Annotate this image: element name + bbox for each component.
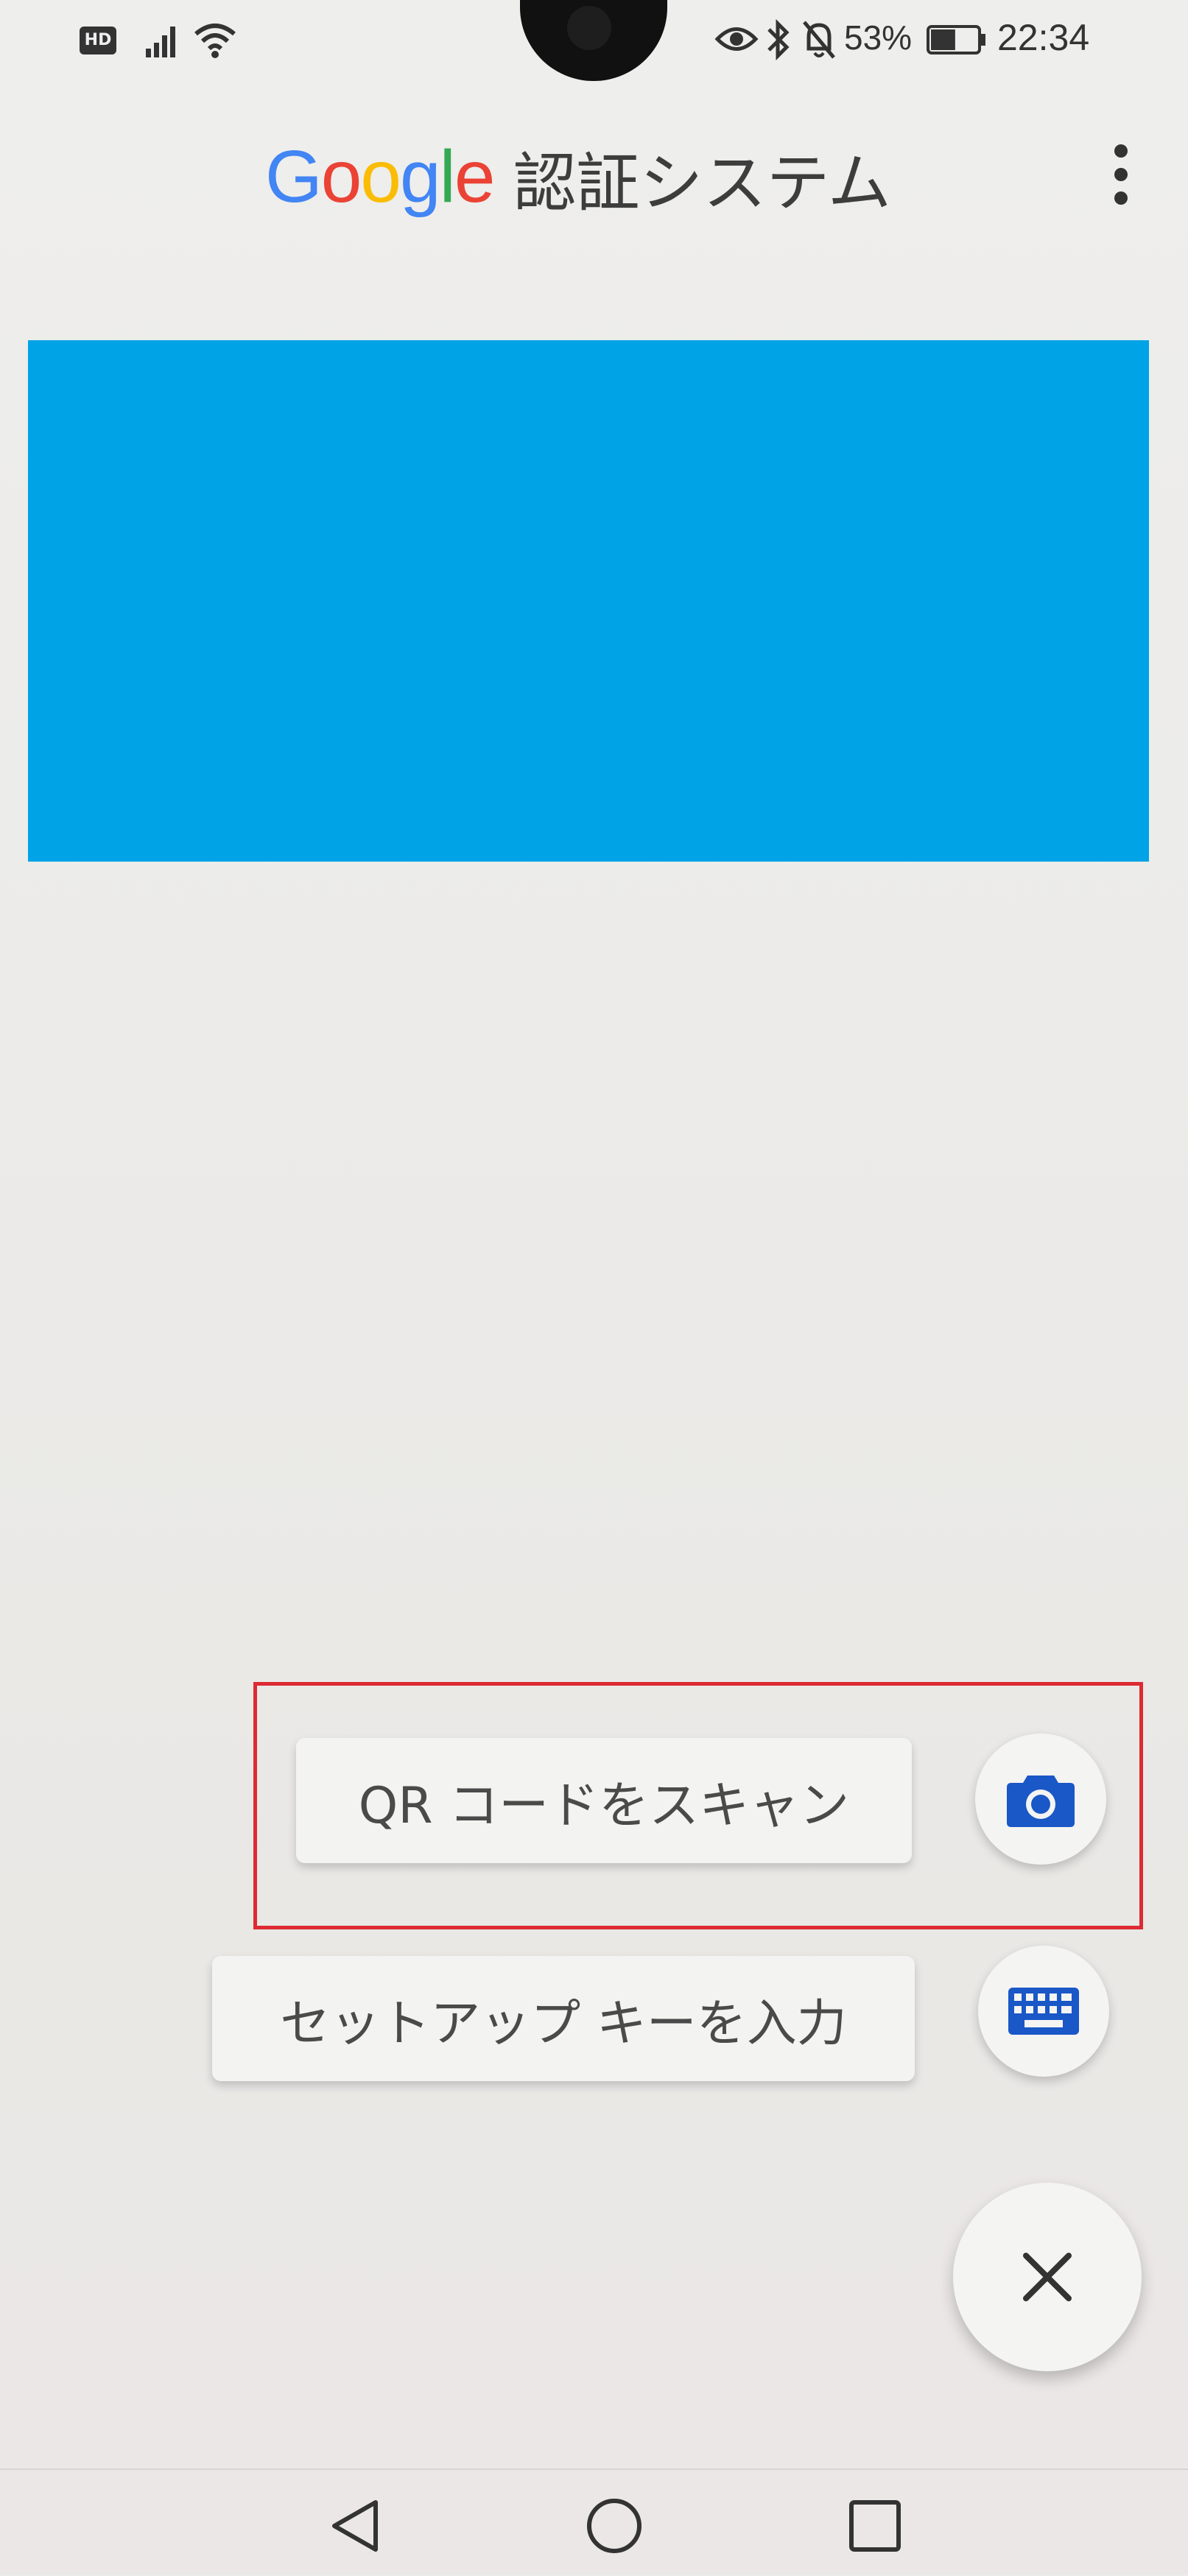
enter-setup-key-button[interactable]: セットアップ キーを入力 xyxy=(212,1956,915,2081)
page-title: 認証システム xyxy=(513,146,891,220)
keyboard-icon xyxy=(1008,1988,1079,2035)
battery-icon xyxy=(927,25,985,54)
close-speed-dial-button[interactable] xyxy=(953,2183,1142,2371)
enter-setup-key-fab[interactable] xyxy=(978,1946,1109,2077)
scan-qr-code-fab[interactable] xyxy=(975,1734,1106,1865)
close-icon xyxy=(1023,2253,1072,2301)
scan-qr-code-button[interactable]: QR コードをスキャン xyxy=(296,1738,912,1863)
enter-setup-key-label: セットアップ キーを入力 xyxy=(280,1994,847,2053)
camera-icon xyxy=(1007,1776,1075,1827)
wifi-icon xyxy=(194,24,236,58)
battery-percent: 53% xyxy=(844,18,913,57)
hd-badge: HD xyxy=(80,27,116,54)
home-icon[interactable] xyxy=(585,2496,644,2555)
signal-icon xyxy=(146,27,175,57)
back-icon[interactable] xyxy=(327,2496,386,2555)
bluetooth-icon xyxy=(767,19,790,60)
eye-icon xyxy=(714,27,759,51)
app-title: Google 認証システム xyxy=(265,133,891,221)
front-camera xyxy=(567,6,611,50)
clock: 22:34 xyxy=(997,17,1090,58)
navigation-bar xyxy=(0,2468,1188,2576)
bell-off-icon xyxy=(803,21,835,59)
scan-qr-code-label: QR コードをスキャン xyxy=(358,1776,850,1835)
recents-icon[interactable] xyxy=(847,2498,903,2554)
google-logo: Google xyxy=(265,135,496,218)
status-bar: HD 53% 22:34 xyxy=(0,0,1188,81)
redacted-account-area xyxy=(28,340,1149,862)
more-vert-icon[interactable] xyxy=(1105,144,1137,211)
